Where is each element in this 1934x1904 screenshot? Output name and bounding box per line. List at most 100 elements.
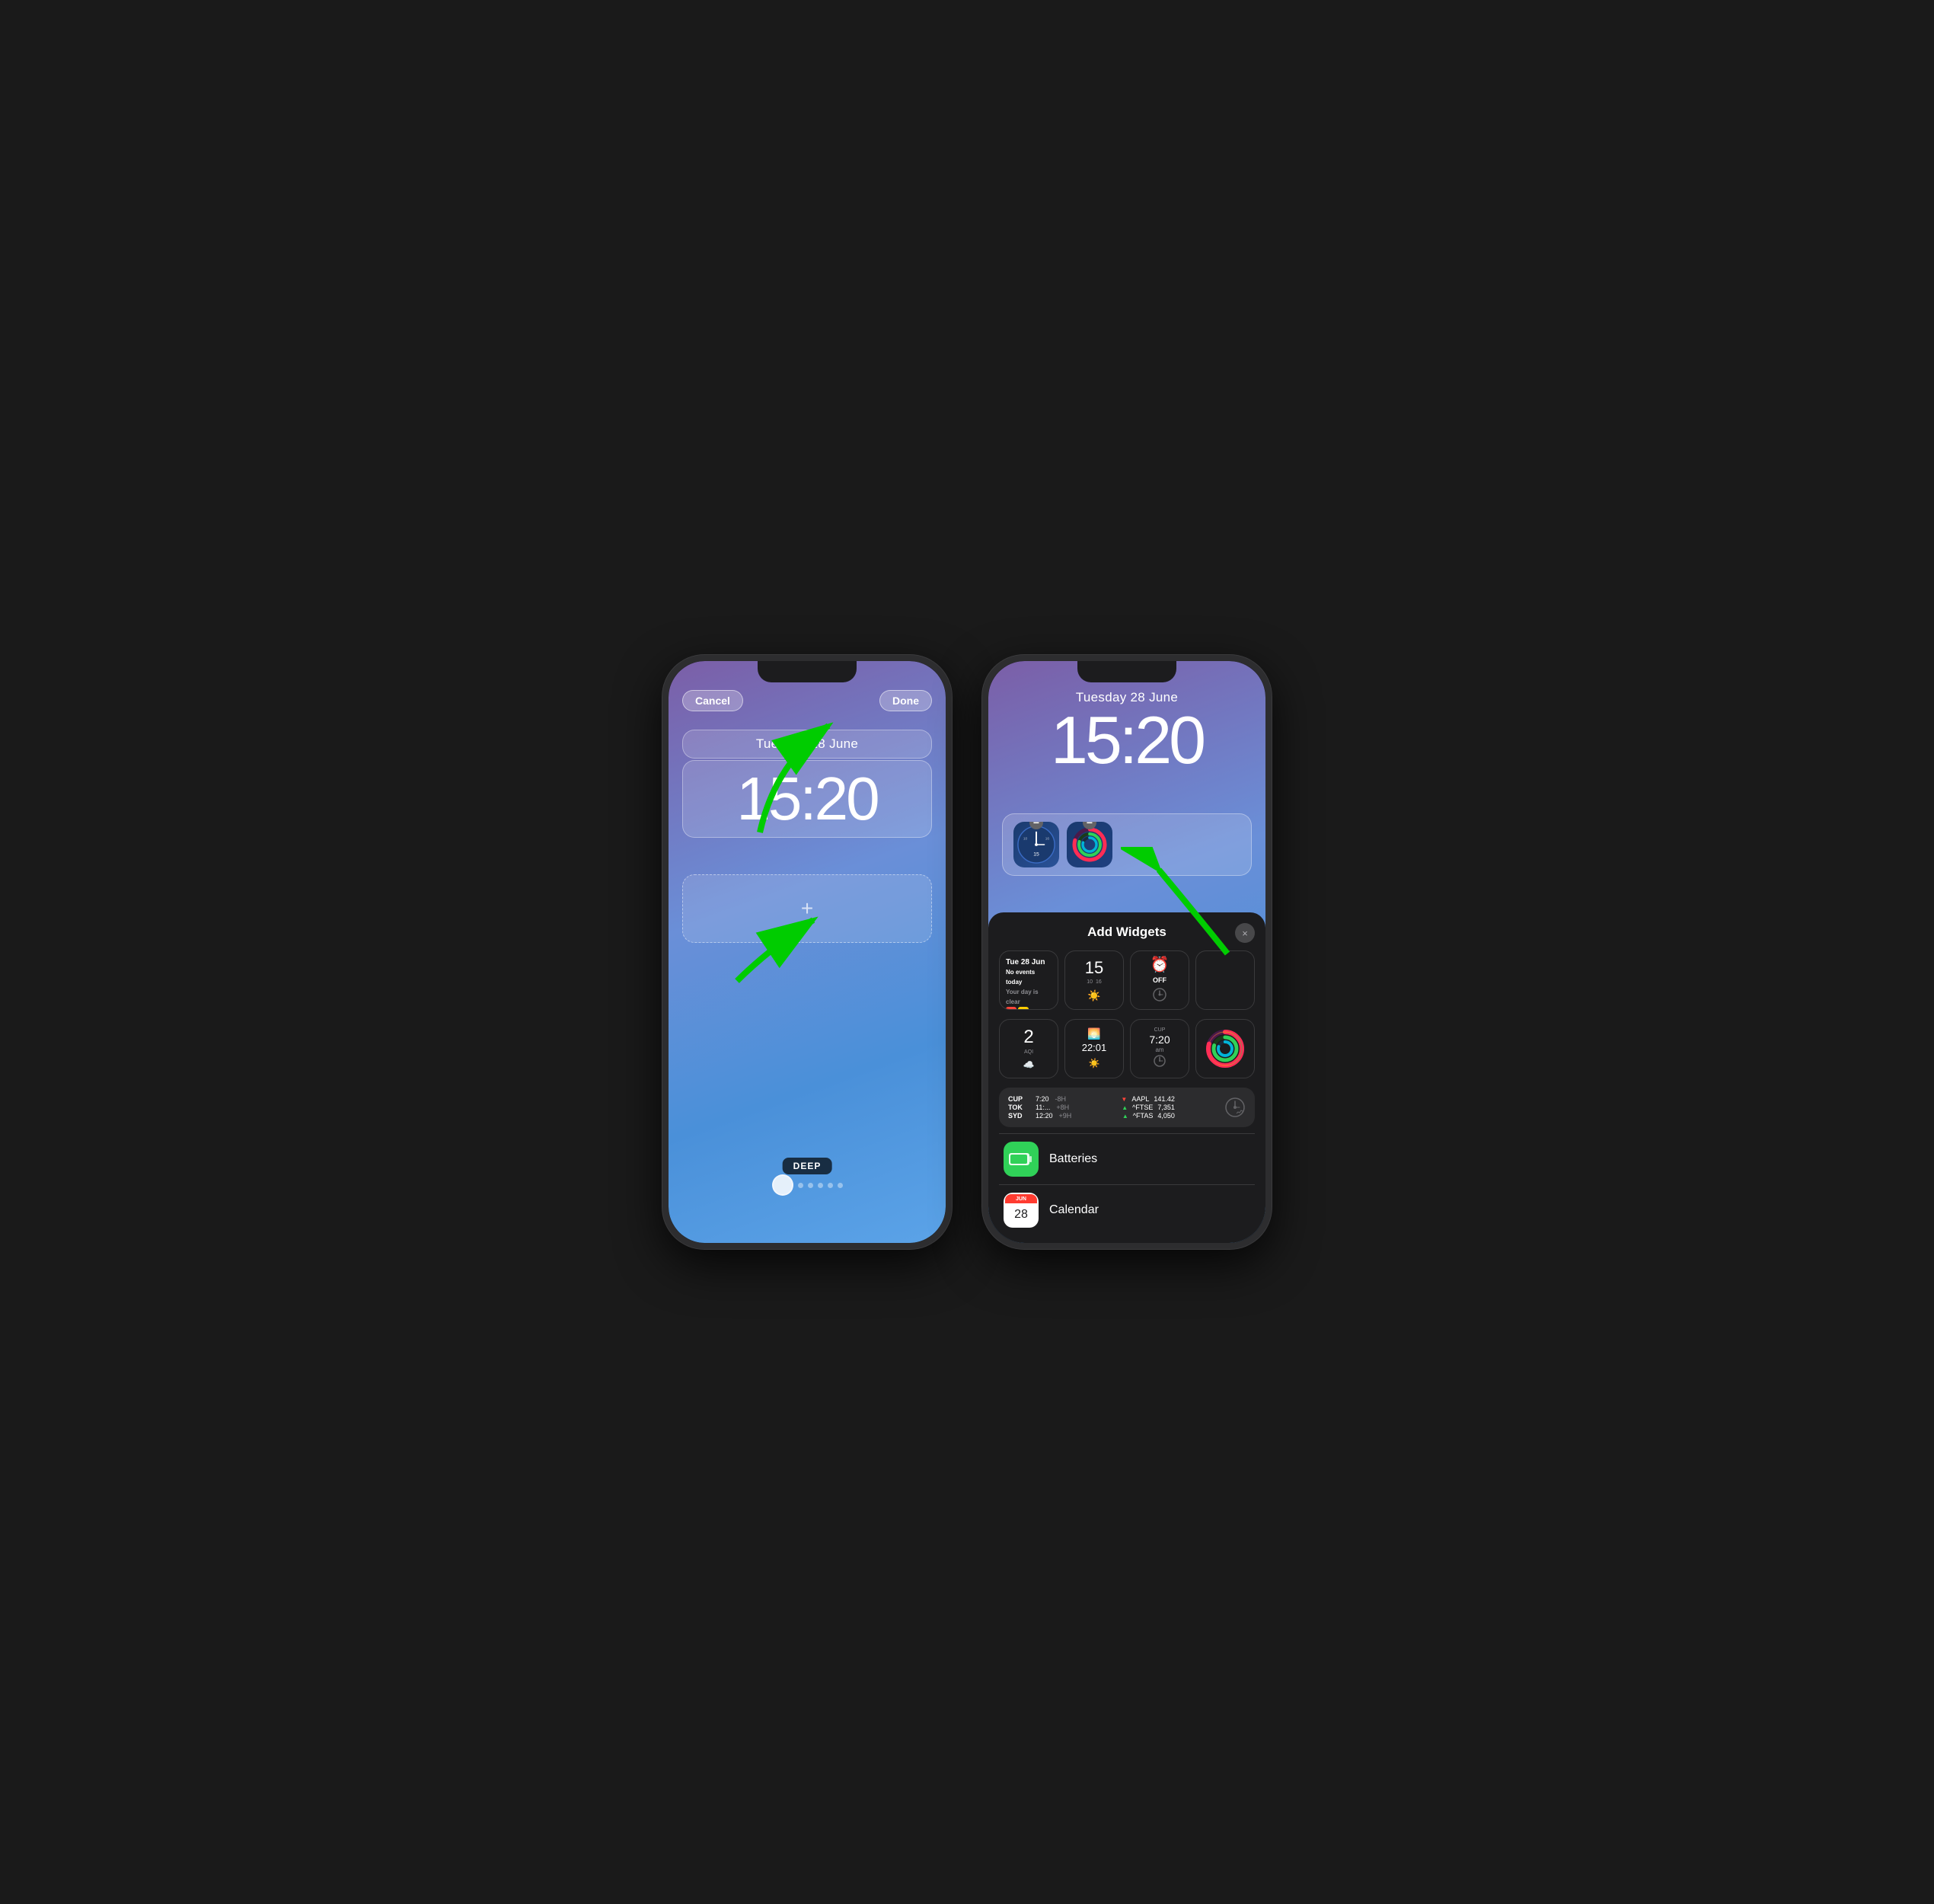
aqi-label: AQI: [1024, 1049, 1033, 1055]
add-widgets-panel: Add Widgets × Tue 28 Jun No events today…: [988, 912, 1265, 1243]
silent-btn[interactable]: [662, 802, 663, 839]
close-panel-button[interactable]: ×: [1235, 923, 1255, 943]
clock-face-icon: 15 10 16: [1016, 825, 1057, 864]
ftse-arrow: ▲: [1122, 1104, 1128, 1111]
svg-text:15: 15: [1033, 851, 1039, 857]
panel-header: Add Widgets ×: [999, 925, 1255, 940]
ftas-sym: ^FTAS: [1133, 1112, 1154, 1120]
time-syd: 12:20: [1036, 1112, 1053, 1120]
dot-1: [798, 1183, 803, 1188]
cal-no-events: No events today: [1006, 969, 1035, 986]
right-silent-btn[interactable]: [982, 802, 983, 839]
calendar-month: JUN: [1016, 1196, 1026, 1202]
offset-tok: +8H: [1056, 1104, 1069, 1111]
wc-city-tok: TOK 11:... +8H: [1008, 1104, 1071, 1111]
cup-ampm: am: [1155, 1046, 1163, 1053]
aqi-widget-cell[interactable]: 2 AQI ☁️: [999, 1019, 1058, 1078]
dot-3: [818, 1183, 823, 1188]
close-icon: ×: [1242, 928, 1248, 939]
weather-icon-sr: ☀️: [1089, 1056, 1100, 1070]
calendar-icon-svg: 28: [1007, 1008, 1015, 1010]
left-date-widget[interactable]: Tuesday 28 June: [682, 730, 932, 759]
wc-city-cup: CUP 7:20 -8H: [1008, 1095, 1071, 1103]
activity-widget[interactable]: −: [1067, 822, 1112, 867]
empty-cell-1: [1195, 950, 1255, 1010]
sunrise-widget-cell[interactable]: 🌅 22:01 ☀️: [1064, 1019, 1124, 1078]
world-clock-row[interactable]: CUP 7:20 -8H TOK 11:... +8H SYD 12:20 +9…: [999, 1088, 1255, 1127]
calendar-app-row[interactable]: JUN 28 Calendar: [999, 1184, 1255, 1235]
wc-stocks: ▼ AAPL 141.42 ▲ ^FTSE 7,351 ▲ ^FTAS 4,05…: [1121, 1095, 1174, 1120]
dot-5: [838, 1183, 843, 1188]
add-widget-placeholder[interactable]: +: [682, 874, 932, 943]
aapl-val: 141.42: [1154, 1095, 1175, 1103]
right-phone: Tuesday 28 June 15:20 − 15 10 16: [982, 655, 1272, 1249]
done-button[interactable]: Done: [879, 690, 932, 711]
cup-clock-svg: [1154, 1055, 1166, 1067]
right-volume-down-btn[interactable]: [982, 768, 983, 792]
time-cup: 7:20: [1036, 1095, 1049, 1103]
batteries-label: Batteries: [1049, 1152, 1097, 1166]
calendar-label: Calendar: [1049, 1203, 1099, 1217]
left-screen: Cancel Done Tuesday 28 June 15:20 +: [669, 661, 946, 1243]
widget-bar: − 15 10 16 −: [1002, 813, 1252, 876]
cancel-button[interactable]: Cancel: [682, 690, 743, 711]
page-dots: [669, 1174, 946, 1196]
left-phone: Cancel Done Tuesday 28 June 15:20 +: [662, 655, 952, 1249]
activity-rings-icon: [1072, 827, 1107, 862]
weather-icon-wc: ☀️: [1087, 989, 1100, 1003]
wallpaper-label: DEEP: [783, 1158, 832, 1174]
ftas-val: 4,050: [1157, 1112, 1175, 1120]
alarm-clock-icon: [1153, 988, 1166, 1002]
notch-right: [1077, 661, 1176, 682]
panel-title: Add Widgets: [1087, 925, 1166, 940]
stock-ftas: ▲ ^FTAS 4,050: [1122, 1112, 1175, 1120]
wc-sub-display: 10 16: [1087, 979, 1101, 985]
aapl-arrow: ▼: [1121, 1096, 1127, 1103]
stock-ftse: ▲ ^FTSE 7,351: [1122, 1104, 1175, 1111]
cup-widget-cell[interactable]: CUP 7:20 am: [1130, 1019, 1189, 1078]
activity-rings-cell-icon: [1206, 1030, 1244, 1068]
sunrise-time: 22:01: [1082, 1042, 1107, 1053]
stock-aapl: ▼ AAPL 141.42: [1121, 1095, 1174, 1103]
city-cup: CUP: [1008, 1095, 1029, 1103]
weather-icon-small: ☀: [1018, 1007, 1029, 1010]
left-time-widget[interactable]: 15:20: [682, 760, 932, 838]
right-volume-up-btn[interactable]: [982, 737, 983, 762]
wc-cities: CUP 7:20 -8H TOK 11:... +8H SYD 12:20 +9…: [1008, 1095, 1071, 1120]
right-time: 15:20: [988, 707, 1265, 774]
clock-icon-small: [1153, 988, 1166, 1005]
activity-widget-cell[interactable]: [1195, 1019, 1255, 1078]
aapl-sym: AAPL: [1131, 1095, 1149, 1103]
alarm-widget-cell[interactable]: ⏰ OFF: [1130, 950, 1189, 1010]
weather-icon-aqi: ☁️: [1023, 1058, 1035, 1072]
cloud-icon: ☁️: [1023, 1059, 1035, 1070]
sunrise-icon: 🌅: [1087, 1027, 1100, 1040]
cup-clock-icon: [1154, 1055, 1166, 1071]
worldclock-widget-cell[interactable]: 15 10 16 ☀️: [1064, 950, 1124, 1010]
city-syd: SYD: [1008, 1112, 1029, 1120]
clock-widget[interactable]: − 15 10 16: [1013, 822, 1059, 867]
batteries-app-icon: [1004, 1142, 1039, 1177]
cup-label: CUP: [1154, 1027, 1166, 1033]
calendar-app-icon: JUN 28: [1004, 1193, 1039, 1228]
batteries-app-row[interactable]: Batteries: [999, 1133, 1255, 1184]
calendar-day: 28: [1014, 1208, 1028, 1222]
dot-4: [828, 1183, 833, 1188]
sun-icon-2: ☀️: [1087, 989, 1100, 1002]
volume-down-btn[interactable]: [662, 768, 663, 792]
wc-city-syd: SYD 12:20 +9H: [1008, 1112, 1071, 1120]
cal-clear: Your day is clear: [1006, 989, 1039, 1005]
right-screen: Tuesday 28 June 15:20 − 15 10 16: [988, 661, 1265, 1243]
notch-left: [758, 661, 857, 682]
volume-up-btn[interactable]: [662, 737, 663, 762]
cal-date-line: Tue 28 Jun: [1006, 958, 1045, 966]
city-tok: TOK: [1008, 1104, 1029, 1111]
calendar-widget-cell[interactable]: Tue 28 Jun No events today Your day is c…: [999, 950, 1058, 1010]
cal-app-icons: 28 ☀: [1006, 1007, 1052, 1010]
offset-cup: -8H: [1055, 1095, 1067, 1103]
alarm-icon: ⏰: [1151, 955, 1170, 974]
left-time-text: 15:20: [736, 765, 877, 832]
offset-syd: +9H: [1059, 1112, 1072, 1120]
time-tok: 11:...: [1036, 1104, 1050, 1111]
alarm-status: OFF: [1153, 976, 1166, 984]
